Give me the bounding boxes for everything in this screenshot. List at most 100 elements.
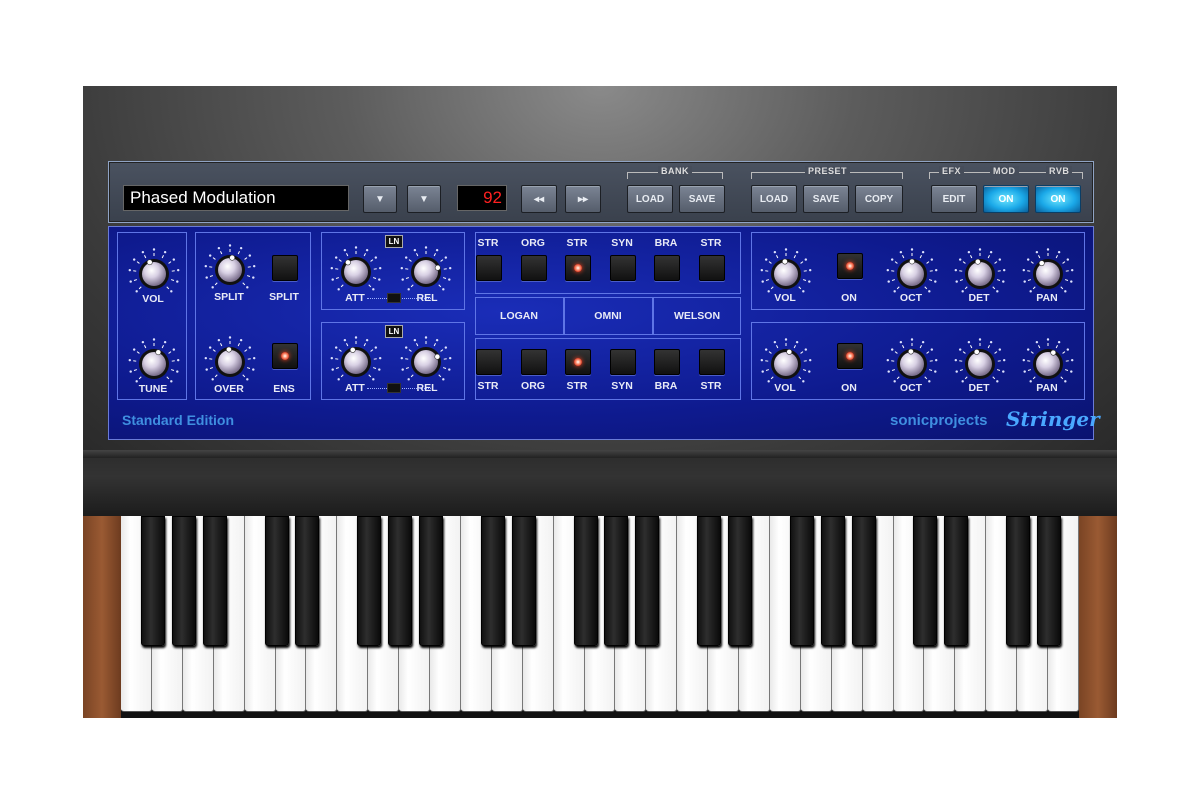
lower-oct-knob[interactable]: [883, 337, 941, 387]
lower-det-label: DET: [968, 382, 990, 394]
preset-name-display[interactable]: Phased Modulation: [123, 185, 349, 211]
black-key[interactable]: [264, 516, 289, 646]
knob-graphic: [400, 336, 452, 381]
black-key[interactable]: [480, 516, 505, 646]
keyboard[interactable]: [121, 516, 1079, 718]
efx-label: EFX: [939, 166, 965, 176]
black-key[interactable]: [511, 516, 536, 646]
black-key[interactable]: [419, 516, 444, 646]
synth-instrument: Phased Modulation ▼ ▼ 92 ◂◂ ▸▸ BANK LOAD…: [83, 86, 1117, 718]
upper-vol-knob[interactable]: [757, 247, 815, 297]
black-key[interactable]: [202, 516, 227, 646]
lower-vol-knob[interactable]: [757, 337, 815, 387]
lower-oct-label: OCT: [899, 382, 923, 394]
knob-graphic: [400, 246, 452, 291]
prev-preset-button[interactable]: ◂◂: [521, 185, 557, 213]
black-key[interactable]: [728, 516, 753, 646]
upper-det-knob[interactable]: [951, 247, 1009, 297]
bank-load-button[interactable]: LOAD: [627, 185, 673, 213]
product-logo: Stringer: [1006, 407, 1100, 431]
upper-att-knob[interactable]: [327, 245, 385, 295]
model-logan-button[interactable]: LOGAN: [475, 300, 563, 332]
upper-env-link-switch[interactable]: [387, 293, 401, 303]
split-knob[interactable]: [201, 243, 259, 293]
over-knob[interactable]: [201, 335, 259, 385]
upper-voice-switch-2[interactable]: [521, 255, 547, 281]
upper-voice-switch-1[interactable]: [476, 255, 502, 281]
upper-voice-switch-3[interactable]: [565, 255, 591, 281]
knob-graphic: [1022, 338, 1074, 383]
black-key[interactable]: [789, 516, 814, 646]
lower-voice-switch-1[interactable]: [476, 349, 502, 375]
upper-rel-knob[interactable]: [397, 245, 455, 295]
black-key[interactable]: [1037, 516, 1062, 646]
upper-voice-led-3: [574, 264, 582, 272]
black-key[interactable]: [171, 516, 196, 646]
upper-oct-knob[interactable]: [883, 247, 941, 297]
lower-env-link-switch[interactable]: [387, 383, 401, 393]
black-key[interactable]: [635, 516, 660, 646]
model-welson-button[interactable]: WELSON: [653, 300, 741, 332]
black-key[interactable]: [140, 516, 165, 646]
knob-graphic: [954, 248, 1006, 293]
black-key[interactable]: [944, 516, 969, 646]
ensemble-switch[interactable]: [272, 343, 298, 369]
black-key[interactable]: [851, 516, 876, 646]
split-switch[interactable]: [272, 255, 298, 281]
control-panel: VOL TUNE SPLIT SPLIT OVER ENS LN ATT REL…: [108, 226, 1100, 440]
lower-voice-led-3: [574, 358, 582, 366]
tune-knob[interactable]: [125, 337, 183, 387]
lower-voice-switch-2[interactable]: [521, 349, 547, 375]
lower-rel-knob[interactable]: [397, 335, 455, 385]
upper-voice-switch-5[interactable]: [654, 255, 680, 281]
bank-save-button[interactable]: SAVE: [679, 185, 725, 213]
preset-save-button[interactable]: SAVE: [803, 185, 849, 213]
bank-down-button[interactable]: ▼: [407, 185, 441, 213]
over-label: OVER: [214, 383, 244, 395]
efx-edit-button[interactable]: EDIT: [931, 185, 977, 213]
mod-on-button[interactable]: ON: [983, 185, 1029, 213]
black-key[interactable]: [1006, 516, 1031, 646]
knob-graphic: [1022, 248, 1074, 293]
upper-on-switch[interactable]: [837, 253, 863, 279]
lower-voice-switch-4[interactable]: [610, 349, 636, 375]
lower-on-label: ON: [841, 382, 857, 394]
bank-number-display: 92: [457, 185, 507, 211]
knob-graphic: [204, 336, 256, 381]
black-key[interactable]: [913, 516, 938, 646]
lower-on-switch[interactable]: [837, 343, 863, 369]
knob-graphic: [128, 248, 180, 293]
upper-voice-switch-6[interactable]: [699, 255, 725, 281]
model-omni-button[interactable]: OMNI: [564, 300, 652, 332]
brand-label: sonicprojects: [890, 412, 988, 429]
preset-load-button[interactable]: LOAD: [751, 185, 797, 213]
lower-det-knob[interactable]: [951, 337, 1009, 387]
tune-label: TUNE: [138, 383, 168, 395]
next-preset-button[interactable]: ▸▸: [565, 185, 601, 213]
black-key[interactable]: [357, 516, 382, 646]
black-key[interactable]: [295, 516, 320, 646]
lower-voice-switch-5[interactable]: [654, 349, 680, 375]
upper-on-led: [846, 262, 854, 270]
black-key[interactable]: [573, 516, 598, 646]
master-vol-knob[interactable]: [125, 247, 183, 297]
upper-voice-switch-4[interactable]: [610, 255, 636, 281]
lower-voice-switch-6[interactable]: [699, 349, 725, 375]
black-key[interactable]: [388, 516, 413, 646]
knob-graphic: [886, 338, 938, 383]
lower-pan-knob[interactable]: [1019, 337, 1077, 387]
knob-graphic: [886, 248, 938, 293]
knob-graphic: [760, 338, 812, 383]
ens-label: ENS: [273, 383, 295, 395]
rvb-on-button[interactable]: ON: [1035, 185, 1081, 213]
preset-group-label: PRESET: [805, 166, 851, 176]
black-key[interactable]: [697, 516, 722, 646]
upper-pan-knob[interactable]: [1019, 247, 1077, 297]
black-key[interactable]: [820, 516, 845, 646]
left-wood-cheek: [83, 516, 121, 718]
preset-down-button[interactable]: ▼: [363, 185, 397, 213]
lower-att-knob[interactable]: [327, 335, 385, 385]
black-key[interactable]: [604, 516, 629, 646]
preset-copy-button[interactable]: COPY: [855, 185, 903, 213]
lower-voice-switch-3[interactable]: [565, 349, 591, 375]
